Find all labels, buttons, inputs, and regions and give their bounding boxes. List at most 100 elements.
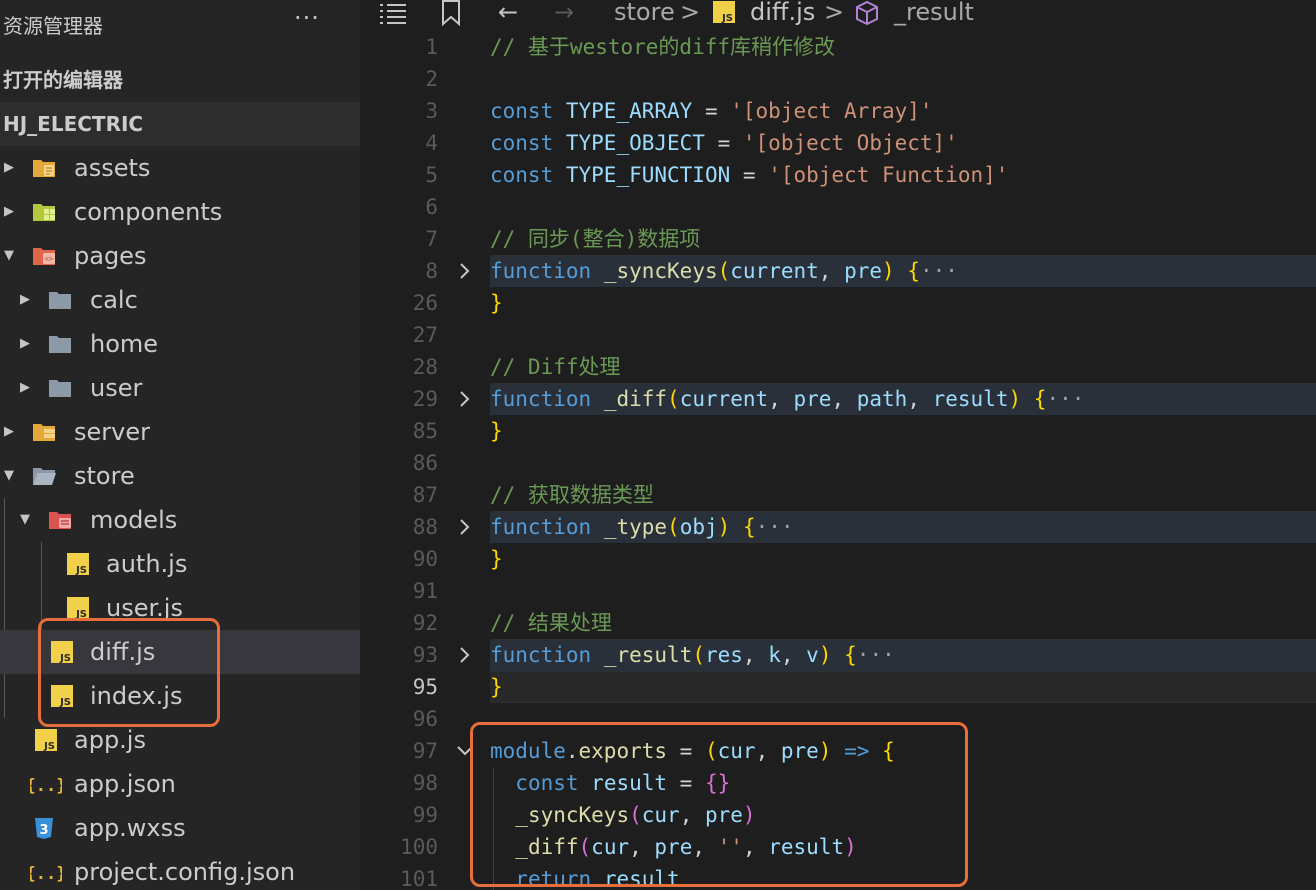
tree-folder-server[interactable]: ▶ server [0,410,360,454]
javascript-file-icon: JS [67,553,89,576]
tree-file-project-config-json[interactable]: {..} project.config.json [0,850,360,890]
code-line[interactable]: } [490,543,503,575]
code-line[interactable]: _syncKeys(cur, pre) [490,799,755,831]
code-line[interactable]: // 基于westore的diff库稍作修改 [490,31,835,63]
tree-label: app.wxss [74,814,186,842]
tree-folder-store[interactable]: ▼ store [0,454,360,498]
line-number: 87 [412,483,438,507]
code-line[interactable]: function _result(res, k, v) {··· [490,639,895,671]
fold-chevron-right-icon[interactable] [457,255,473,287]
code-line[interactable]: _diff(cur, pre, '', result) [490,831,856,863]
json-icon-text: {..} [30,776,62,796]
fold-chevron-right-icon[interactable] [457,383,473,415]
code-line[interactable]: return result [490,863,679,890]
explorer-title: 资源管理器 [3,14,103,38]
tree-folder-assets[interactable]: ▶ assets [0,146,360,190]
code-line[interactable]: function _diff(current, pre, path, resul… [490,383,1084,415]
fold-ellipsis[interactable]: ··· [1046,387,1084,411]
line-number: 4 [425,131,438,155]
code-line[interactable]: module.exports = (cur, pre) => { [490,735,895,767]
line-number: 93 [412,643,438,667]
fold-chevron-down-icon[interactable] [457,735,473,767]
folder-open-icon [33,468,56,485]
code-line-current[interactable]: } [490,671,503,703]
list-icon[interactable] [378,2,408,24]
folder-icon [49,292,71,309]
open-editors-section[interactable]: 打开的编辑器 [0,58,360,102]
tree-label: components [74,198,223,226]
back-arrow-icon[interactable]: ← [498,0,518,25]
chevron-right-icon: ▶ [4,160,14,175]
tree-label: auth.js [106,550,188,578]
code-line[interactable]: const result = {} [490,767,730,799]
project-section[interactable]: HJ_ELECTRIC [0,102,360,146]
tree-folder-components[interactable]: ▶ components [0,190,360,234]
code-line[interactable]: // Diff处理 [490,351,621,383]
tree-file-user-js[interactable]: JS user.js [0,586,360,630]
folder-components-icon [33,204,55,221]
line-number: 6 [425,195,438,219]
chevron-down-icon: ▼ [20,512,30,527]
tree-file-diff-js[interactable]: JS diff.js [0,630,360,674]
js-icon-text: JS [59,653,71,664]
tree-file-app-js[interactable]: JS app.js [0,718,360,762]
code-line[interactable]: } [490,287,503,319]
bookmark-icon[interactable] [440,0,462,26]
symbol-method-icon [856,0,878,26]
code-line[interactable]: } [490,415,503,447]
line-number: 86 [412,451,438,475]
javascript-file-icon: JS [67,597,89,620]
line-number: 29 [412,387,438,411]
tree-file-auth-js[interactable]: JS auth.js [0,542,360,586]
code-editor[interactable]: ← → store > JS diff.js > _result 1 2 3 4… [360,0,1316,890]
code-line[interactable]: const TYPE_ARRAY = '[object Array]' [490,95,933,127]
code-line[interactable]: const TYPE_FUNCTION = '[object Function]… [490,159,1008,191]
line-number: 101 [400,867,438,890]
fold-ellipsis[interactable]: ··· [857,643,895,667]
current-line-highlight [490,671,1316,703]
css-file-icon: 3 [35,818,53,839]
tree-file-app-wxss[interactable]: 3 app.wxss [0,806,360,850]
code-line[interactable]: function _type(obj) {··· [490,511,794,543]
folder-server-icon [33,424,55,441]
tree-folder-models[interactable]: ▼ models [0,498,360,542]
breadcrumb-folder[interactable]: store [614,0,675,25]
tree-folder-pages[interactable]: ▼ <> pages [0,234,360,278]
tree-file-index-js[interactable]: JS index.js [0,674,360,718]
line-number: 100 [400,835,438,859]
more-actions-icon[interactable]: ··· [294,4,320,32]
js-icon-text: JS [75,609,87,620]
fold-ellipsis[interactable]: ··· [920,259,958,283]
code-line[interactable]: // 同步(整合)数据项 [490,223,700,255]
line-number: 99 [412,803,438,827]
line-number: 28 [412,355,438,379]
code-line[interactable]: // 获取数据类型 [490,479,654,511]
css-icon-text: 3 [39,823,48,838]
tree-label: calc [90,286,138,314]
tree-label: project.config.json [74,858,296,886]
line-number: 8 [425,259,438,283]
forward-arrow-icon[interactable]: → [554,0,574,25]
fold-chevron-right-icon[interactable] [457,511,473,543]
tree-file-app-json[interactable]: {..} app.json [0,762,360,806]
code-line[interactable]: const TYPE_OBJECT = '[object Object]' [490,127,958,159]
tree-label: home [90,330,159,358]
code-line[interactable]: function _syncKeys(current, pre) {··· [490,255,958,287]
tree-folder-user[interactable]: ▶ user [0,366,360,410]
folder-icon [49,336,71,353]
js-icon-text: JS [43,741,55,752]
tree-folder-calc[interactable]: ▶ calc [0,278,360,322]
breadcrumb-file[interactable]: diff.js [750,0,815,25]
json-file-icon: {..} [30,864,62,884]
fold-ellipsis[interactable]: ··· [756,515,794,539]
tree-label: app.json [74,770,176,798]
fold-chevron-right-icon[interactable] [457,639,473,671]
line-number: 85 [412,419,438,443]
line-number: 7 [425,227,438,251]
svg-text:<>: <> [45,255,53,263]
breadcrumb-symbol[interactable]: _result [894,0,974,25]
tree-folder-home[interactable]: ▶ home [0,322,360,366]
tree-label: diff.js [90,638,156,666]
chevron-down-icon: ▼ [4,248,14,263]
code-line[interactable]: // 结果处理 [490,607,612,639]
